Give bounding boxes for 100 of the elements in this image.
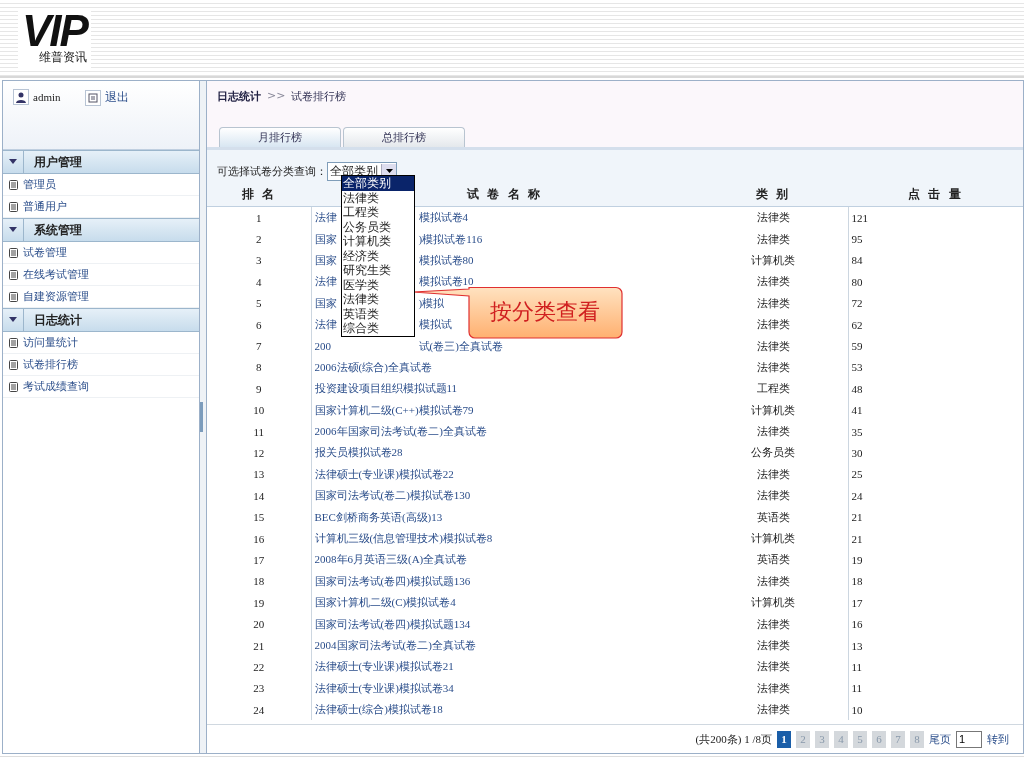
category-cell: 计算机类 <box>751 403 795 417</box>
exam-name-link[interactable]: 法律硕士(专业课)模拟试卷34 <box>314 681 454 694</box>
clicks-cell: 10 <box>851 703 863 716</box>
category-cell: 英语类 <box>756 510 790 524</box>
sidebar-section-header[interactable]: 日志统计 <box>3 308 199 332</box>
logo-mark: VIP <box>22 10 87 51</box>
category-cell: 法律类 <box>756 211 790 225</box>
exam-name-link[interactable]: 2008年6月英语三级(A)全真试卷 <box>314 553 468 566</box>
sidebar-item[interactable]: 在线考试管理 <box>23 267 89 282</box>
exam-name-link[interactable]: 法律硕士(综合)模拟试卷18 <box>314 703 443 716</box>
dropdown-option[interactable]: 医学类 <box>342 277 414 292</box>
clicks-cell: 48 <box>851 382 863 395</box>
rank-cell: 20 <box>253 618 265 631</box>
rank-cell: 23 <box>253 682 265 695</box>
exam-name-link[interactable]: 国家司法考试(卷四)模拟试题136 <box>314 574 471 587</box>
dropdown-option[interactable]: 工程类 <box>342 205 414 220</box>
page-button[interactable]: 1 <box>777 730 791 748</box>
clicks-cell: 121 <box>851 211 868 224</box>
sidebar-item[interactable]: 试卷管理 <box>23 245 67 260</box>
exam-name-link[interactable]: 国家司法考试(卷二)模拟试卷130 <box>314 489 471 502</box>
clicks-cell: 21 <box>851 511 863 524</box>
exam-name-fragment: 国家 <box>314 232 337 245</box>
exam-name-link[interactable]: BEC剑桥商务英语(高级)13 <box>314 510 443 523</box>
sidebar-section-header[interactable]: 用户管理 <box>3 150 199 174</box>
tab[interactable]: 总排行榜 <box>343 127 465 147</box>
breadcrumb-section[interactable]: 日志统计 <box>217 89 261 104</box>
exam-name-fragment: 国家 <box>314 253 337 266</box>
clicks-cell: 72 <box>851 297 863 310</box>
rank-cell: 2 <box>256 233 262 246</box>
tab[interactable]: 月排行榜 <box>219 127 341 147</box>
exam-name-link[interactable]: 2006法硕(综合)全真试卷 <box>314 360 432 373</box>
dropdown-option[interactable]: 法律类 <box>342 190 414 205</box>
exam-name-link[interactable]: 2004国家司法考试(卷二)全真试卷 <box>314 639 476 651</box>
clicks-cell: 62 <box>851 318 863 331</box>
exam-name-link[interactable]: 法律硕士(专业课)模拟试卷22 <box>314 467 454 480</box>
dropdown-option[interactable]: 公务员类 <box>342 219 414 234</box>
sidebar-item[interactable]: 考试成绩查询 <box>23 379 89 394</box>
dropdown-option[interactable]: 计算机类 <box>342 234 414 249</box>
clicks-cell: 11 <box>851 682 863 695</box>
exam-name-link[interactable]: 国家计算机二级(C)模拟试卷4 <box>314 596 456 609</box>
document-icon <box>9 291 18 302</box>
rank-cell: 4 <box>256 275 262 288</box>
sidebar-item[interactable]: 自建资源管理 <box>23 289 89 304</box>
clicks-cell: 84 <box>851 254 863 267</box>
logout-link[interactable]: 退出 <box>104 89 129 106</box>
clicks-cell: 41 <box>851 404 863 417</box>
rank-cell: 13 <box>253 468 265 481</box>
category-cell: 法律类 <box>756 360 790 374</box>
clicks-cell: 35 <box>851 425 863 438</box>
dropdown-option[interactable]: 综合类 <box>342 321 414 336</box>
logo-caption: 维普资讯 <box>38 48 87 66</box>
last-page-link[interactable]: 尾页 <box>929 731 951 747</box>
rank-cell: 8 <box>256 361 262 374</box>
page-input[interactable]: 1 <box>956 730 982 748</box>
column-header: 试 卷 名 称 <box>467 186 542 201</box>
exam-name-link[interactable]: 国家司法考试(卷四)模拟试题134 <box>314 617 471 630</box>
exam-name-link[interactable]: 国家计算机二级(C++)模拟试卷79 <box>314 403 474 416</box>
clicks-cell: 53 <box>851 361 863 374</box>
category-cell: 英语类 <box>756 553 790 567</box>
user-icon <box>13 89 29 105</box>
exam-name-fragment: )模拟试卷116 <box>418 232 483 245</box>
rank-cell: 19 <box>253 596 265 609</box>
dropdown-option[interactable]: 英语类 <box>342 306 414 321</box>
exam-name-link[interactable]: 报关员模拟试卷28 <box>314 446 403 459</box>
sidebar-section-header[interactable]: 系统管理 <box>3 218 199 242</box>
rank-cell: 6 <box>256 318 262 331</box>
rank-cell: 11 <box>253 425 265 438</box>
dropdown-option[interactable]: 经济类 <box>342 248 414 263</box>
rank-cell: 14 <box>253 489 265 502</box>
filter-label: 可选择试卷分类查询： <box>217 163 327 179</box>
exam-name-fragment: 国家 <box>314 296 337 309</box>
exam-name-link[interactable]: 投资建设项目组织模拟试题11 <box>314 382 458 395</box>
sidebar-item[interactable]: 访问量统计 <box>23 335 78 350</box>
go-link[interactable]: 转到 <box>987 731 1009 747</box>
category-cell: 计算机类 <box>751 253 795 267</box>
category-cell: 法律类 <box>756 681 790 695</box>
rank-cell: 15 <box>253 511 265 524</box>
dropdown-option[interactable]: 法律类 <box>342 292 414 307</box>
exam-name-fragment: 法律 <box>314 211 337 224</box>
category-cell: 法律类 <box>756 296 790 310</box>
document-icon <box>9 269 18 280</box>
rank-cell: 21 <box>253 639 265 652</box>
sidebar-item[interactable]: 普通用户 <box>23 199 67 214</box>
sidebar-item[interactable]: 试卷排行榜 <box>23 357 78 372</box>
breadcrumb-page: 试卷排行榜 <box>291 89 347 104</box>
category-cell: 法律类 <box>756 639 790 652</box>
rank-cell: 22 <box>253 660 265 673</box>
splitter-handle[interactable] <box>200 402 203 432</box>
dropdown-option[interactable]: 研究生类 <box>342 263 414 278</box>
exam-name-fragment: 法律 <box>314 318 337 331</box>
clicks-cell: 24 <box>851 489 863 502</box>
exam-name-fragment: 模拟试 <box>418 318 452 331</box>
exam-name-link[interactable]: 法律硕士(专业课)模拟试卷21 <box>314 660 454 673</box>
sidebar-item[interactable]: 管理员 <box>23 177 56 192</box>
exam-name-link[interactable]: 2006年国家司法考试(卷二)全真试卷 <box>314 425 487 438</box>
rank-cell: 18 <box>253 575 265 588</box>
exam-name-link[interactable]: 计算机三级(信息管理技术)模拟试卷8 <box>314 532 493 545</box>
exam-name-fragment: 模拟试卷80 <box>418 253 474 266</box>
rank-cell: 5 <box>256 297 262 310</box>
clicks-cell: 25 <box>851 468 863 481</box>
